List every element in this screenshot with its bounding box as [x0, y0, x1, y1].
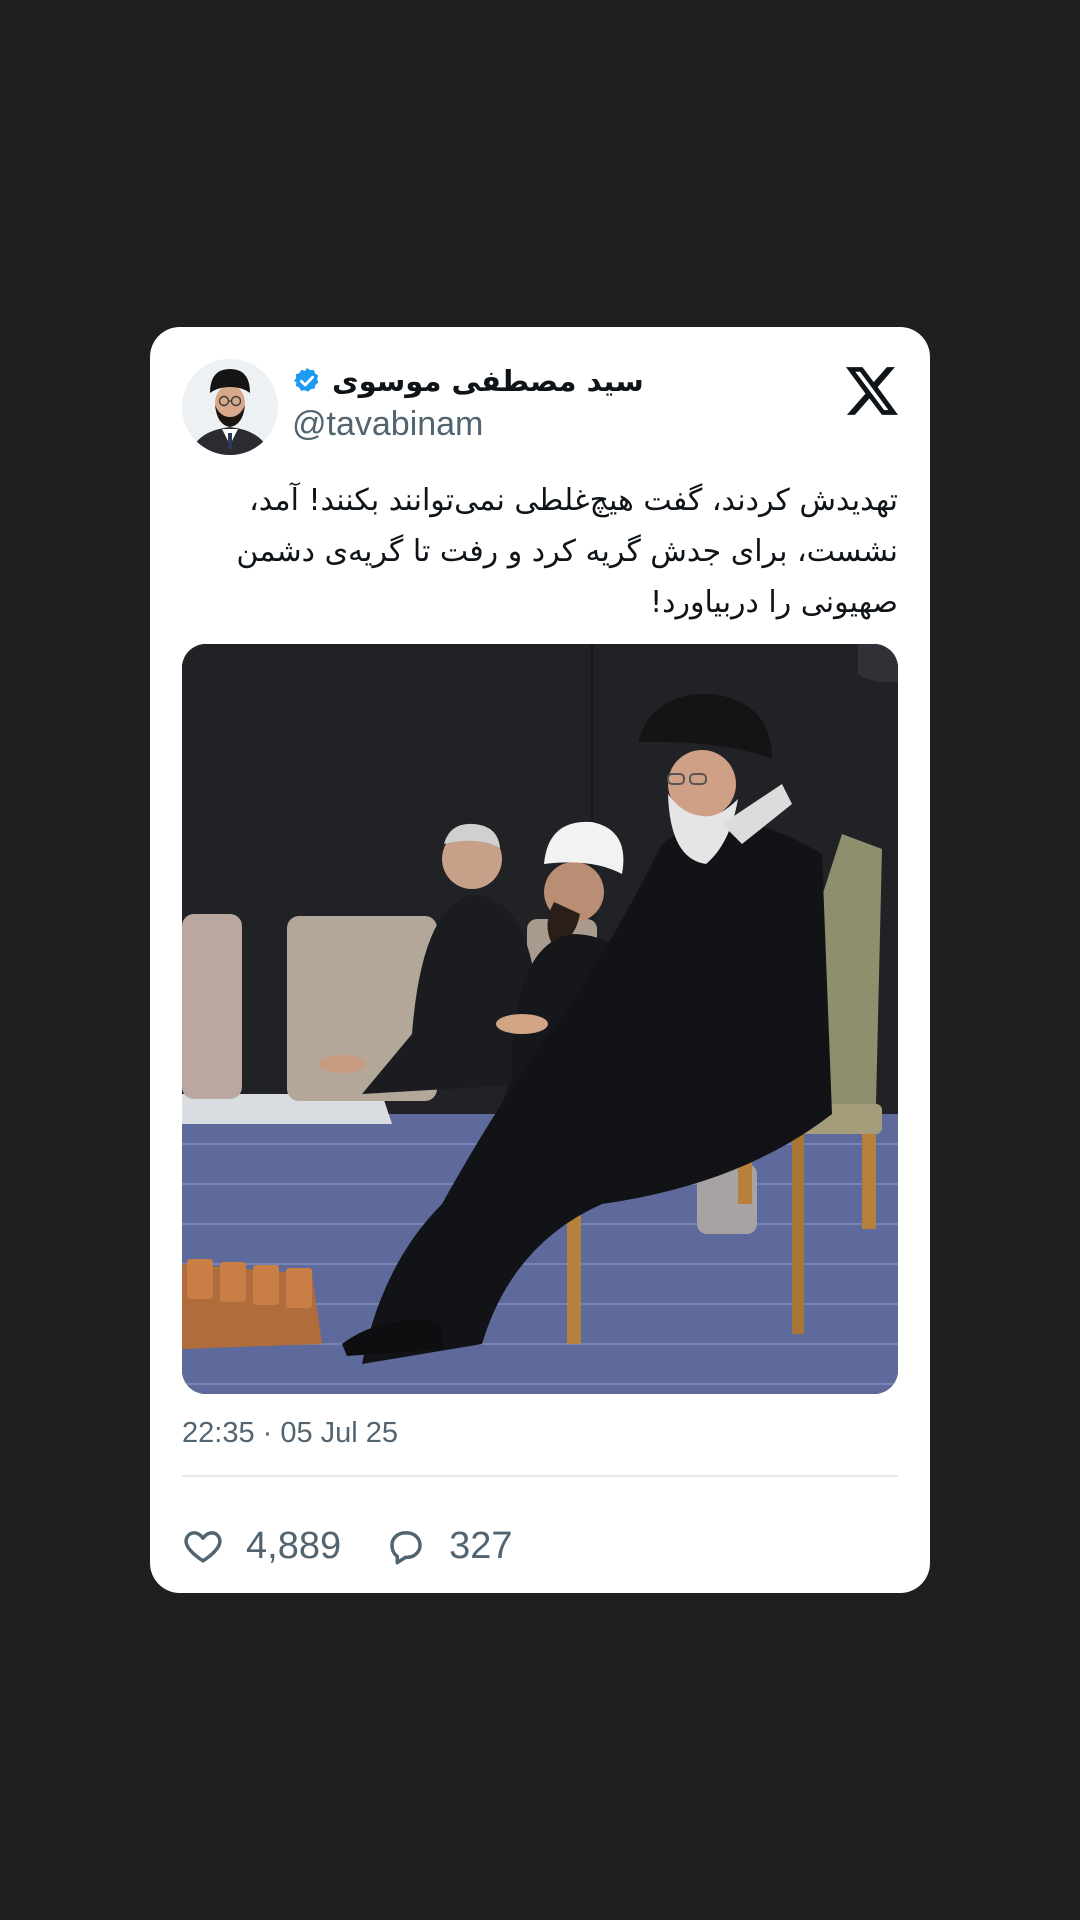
avatar[interactable] — [182, 359, 278, 455]
tweet-timestamp[interactable]: 22:35 · 05 Jul 25 — [182, 1417, 398, 1450]
like-count: 4,889 — [246, 1524, 342, 1567]
author-name-row[interactable]: سید مصطفی موسوی — [292, 361, 644, 401]
author-name: سید مصطفی موسوی — [332, 364, 644, 398]
speech-bubble-icon — [385, 1525, 427, 1567]
like-button[interactable]: 4,889 — [182, 1525, 341, 1568]
tweet-card: سید مصطفی موسوی @tavabinam تهدیدش کردند،… — [150, 327, 930, 1593]
tweet-text: تهدیدش کردند، گفت هیچ‌غلطی نمی‌توانند بک… — [236, 483, 898, 620]
verified-badge-icon — [292, 366, 322, 396]
tweet-header: سید مصطفی موسوی @tavabinam — [182, 359, 898, 457]
x-logo-icon[interactable] — [846, 367, 898, 415]
tweet-actions: 4,889 327 — [182, 1511, 557, 1581]
divider — [182, 1475, 898, 1477]
author-handle[interactable]: @tavabinam — [292, 405, 483, 444]
tweet-media-image[interactable] — [182, 644, 898, 1394]
heart-icon — [182, 1525, 224, 1567]
reply-count: 327 — [449, 1524, 513, 1567]
reply-button[interactable]: 327 — [385, 1524, 513, 1568]
